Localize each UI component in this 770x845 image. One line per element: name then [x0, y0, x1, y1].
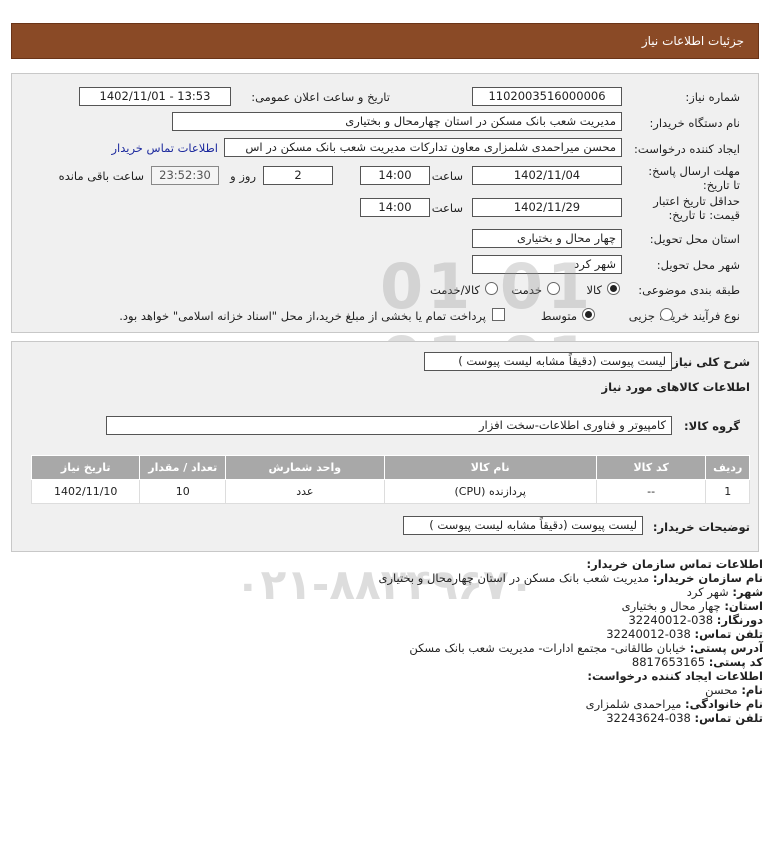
contact-org-label: نام سازمان خریدار:: [652, 571, 763, 585]
contact-fax: 038-32240012: [628, 613, 714, 627]
province-label: استان محل تحویل:: [649, 232, 740, 246]
need-number-field[interactable]: 1102003516000006: [472, 87, 622, 106]
summary-label: شرح کلی نیاز:: [667, 355, 750, 369]
process-radio-minor[interactable]: [660, 308, 673, 321]
buyer-notes-field[interactable]: لیست پیوست (دقیقاً مشابه لیست پیوست ): [403, 516, 643, 535]
creator-family: میراحمدی شلمزاری: [585, 697, 682, 711]
process-radio-medium[interactable]: [582, 308, 595, 321]
validity-date-field[interactable]: 1402/11/29: [472, 198, 622, 217]
col-row: ردیف: [705, 455, 750, 480]
buyer-notes-label: توضیحات خریدار:: [652, 520, 750, 534]
contact-fax-label: دورنگار:: [716, 613, 763, 627]
days-label: روز و: [230, 169, 256, 183]
contact-phone-label: تلفن تماس:: [694, 627, 763, 641]
contact-fax-line: دورنگار: 038-32240012: [628, 613, 763, 627]
category-option-both: کالا/خدمت: [429, 283, 480, 297]
page-title: جزئیات اطلاعات نیاز: [641, 34, 744, 48]
cell-unit: عدد: [225, 479, 385, 504]
goods-info-label: اطلاعات کالاهای مورد نیاز: [601, 380, 750, 394]
col-code: کد کالا: [595, 455, 707, 480]
goods-table: ردیف کد کالا نام کالا واحد شمارش تعداد /…: [30, 455, 750, 504]
buyer-contact-link[interactable]: اطلاعات تماس خریدار: [111, 141, 218, 155]
need-number-label: شماره نیاز:: [685, 90, 740, 104]
remaining-label: ساعت باقی مانده: [58, 169, 144, 183]
contact-province-line: استان: چهار محال و بختیاری: [622, 599, 763, 613]
creator-family-line: نام خانوادگی: میراحمدی شلمزاری: [586, 697, 763, 711]
buyer-org-field[interactable]: مدیریت شعب بانک مسکن در استان چهارمحال و…: [172, 112, 622, 131]
cell-code: --: [595, 479, 707, 504]
cell-qty: 10: [139, 479, 227, 504]
need-info-panel: شماره نیاز: 1102003516000006 تاریخ و ساع…: [11, 73, 759, 333]
contact-city-line: شهر: شهر کرد: [687, 585, 763, 599]
contact-phone-line: تلفن تماس: 038-32240012: [606, 627, 763, 641]
contact-org-line: نام سازمان خریدار: مدیریت شعب بانک مسکن …: [379, 571, 764, 585]
validity-time-label: ساعت: [431, 201, 463, 215]
days-field[interactable]: 2: [263, 166, 333, 185]
category-label: طبقه بندی موضوعی:: [638, 283, 740, 297]
deadline-time-field[interactable]: 14:00: [360, 166, 430, 185]
contact-province: چهار محال و بختیاری: [621, 599, 721, 613]
contact-city: شهر کرد: [686, 585, 729, 599]
cell-name: پردازنده (CPU): [383, 479, 597, 504]
deadline-time-label: ساعت: [431, 169, 463, 183]
col-name: نام کالا: [383, 455, 597, 480]
city-field[interactable]: شهر کرد: [472, 255, 622, 274]
summary-field[interactable]: لیست پیوست (دقیقاً مشابه لیست پیوست ): [424, 352, 672, 371]
requester-label: ایجاد کننده درخواست:: [634, 142, 740, 156]
creator-name-line: نام: محسن: [705, 683, 763, 697]
deadline-date-field[interactable]: 1402/11/04: [472, 166, 622, 185]
table-row[interactable]: 1 -- پردازنده (CPU) عدد 10 1402/11/10: [30, 479, 750, 504]
goods-group-field[interactable]: کامپیوتر و فناوری اطلاعات-سخت افزار: [106, 416, 672, 435]
deadline-label: مهلت ارسال پاسخ: تا تاریخ:: [648, 164, 740, 192]
col-qty: تعداد / مقدار: [139, 455, 227, 480]
process-option-medium: متوسط: [540, 309, 577, 323]
need-details-panel: شرح کلی نیاز: لیست پیوست (دقیقاً مشابه ل…: [11, 341, 759, 552]
contact-address-label: آدرس پستی:: [689, 641, 763, 655]
goods-group-label: گروه کالا:: [684, 419, 740, 433]
contact-address-line: آدرس پستی: خیابان طالقانی- مجتمع ادارات-…: [409, 641, 763, 655]
creator-phone-line: تلفن تماس: 038-32243624: [606, 711, 763, 725]
category-option-service: خدمت: [511, 283, 542, 297]
contact-phone: 038-32240012: [606, 627, 691, 641]
cell-date: 1402/11/10: [30, 479, 141, 504]
contact-org: مدیریت شعب بانک مسکن در استان چهارمحال و…: [378, 571, 650, 585]
validity-time-field[interactable]: 14:00: [360, 198, 430, 217]
col-unit: واحد شمارش: [225, 455, 385, 480]
creator-phone-label: تلفن تماس:: [694, 711, 763, 725]
contact-postal-line: کد پستی: 8817653165: [632, 655, 763, 669]
cell-row: 1: [705, 479, 750, 504]
category-option-goods: کالا: [586, 283, 602, 297]
buyer-org-label: نام دستگاه خریدار:: [649, 116, 740, 130]
validity-label: حداقل تاریخ اعتبار قیمت: تا تاریخ:: [653, 194, 740, 222]
contact-postal-label: کد پستی:: [708, 655, 763, 669]
treasury-checkbox[interactable]: [492, 308, 505, 321]
announce-field[interactable]: 1402/11/01 - 13:53: [79, 87, 231, 106]
contact-province-label: استان:: [724, 599, 763, 613]
city-label: شهر محل تحویل:: [656, 258, 740, 272]
col-date: تاریخ نیاز: [30, 455, 141, 480]
requester-field[interactable]: محسن میراحمدی شلمزاری معاون تدارکات مدیر…: [224, 138, 622, 157]
creator-name: محسن: [705, 683, 738, 697]
contact-city-label: شهر:: [732, 585, 763, 599]
announce-label: تاریخ و ساعت اعلان عمومی:: [251, 90, 390, 104]
creator-title: اطلاعات ایجاد کننده درخواست:: [587, 669, 763, 683]
goods-table-header: ردیف کد کالا نام کالا واحد شمارش تعداد /…: [30, 455, 750, 480]
province-field[interactable]: چهار محال و بختیاری: [472, 229, 622, 248]
process-option-minor: جزیی: [628, 309, 655, 323]
remaining-time-field: 23:52:30: [151, 166, 219, 185]
category-radio-both[interactable]: [485, 282, 498, 295]
contact-address: خیابان طالقانی- مجتمع ادارات- مدیریت شعب…: [409, 641, 687, 655]
payment-note: پرداخت تمام یا بخشی از مبلغ خرید،از محل …: [119, 309, 486, 323]
contact-postal: 8817653165: [631, 655, 706, 669]
category-radio-service[interactable]: [547, 282, 560, 295]
creator-name-label: نام:: [741, 683, 763, 697]
page-header: جزئیات اطلاعات نیاز: [11, 23, 759, 59]
contact-title: اطلاعات تماس سازمان خریدار:: [586, 557, 763, 571]
creator-phone: 038-32243624: [606, 711, 691, 725]
creator-family-label: نام خانوادگی:: [685, 697, 763, 711]
category-radio-goods[interactable]: [607, 282, 620, 295]
